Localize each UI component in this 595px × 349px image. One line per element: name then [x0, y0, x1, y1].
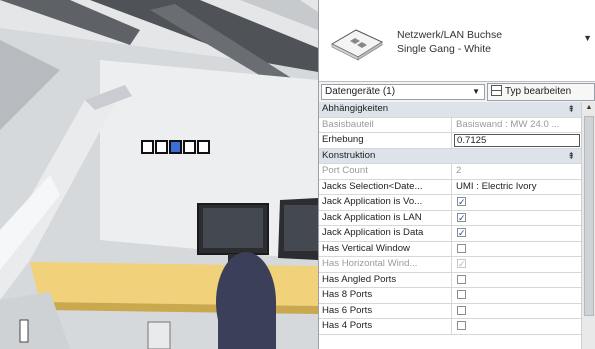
property-value-text: Basiswand : MW 24.0 ... — [456, 118, 560, 130]
group-name: Konstruktion — [322, 149, 376, 161]
property-name: Has 8 Ports — [319, 288, 452, 303]
property-value[interactable]: ✓ — [453, 195, 581, 210]
property-checkbox[interactable] — [457, 243, 466, 253]
category-filter-value: Datengeräte (1) — [325, 86, 396, 97]
property-row: Has 4 Ports — [319, 319, 581, 335]
property-name: Has 6 Ports — [319, 303, 452, 318]
group-name: Abhängigkeiten — [322, 103, 389, 114]
property-name: Has Angled Ports — [319, 272, 452, 287]
property-value-text: UMI : Electric Ivory — [456, 180, 537, 192]
property-row: Has Horizontal Wind... ✓ — [319, 257, 581, 273]
property-name: Jacks Selection<Date... — [319, 179, 452, 194]
type-variant-label: Single Gang - White — [397, 43, 491, 55]
scroll-thumb[interactable] — [584, 116, 594, 316]
property-value[interactable] — [453, 242, 581, 257]
scroll-up-arrow-icon[interactable]: ▲ — [582, 102, 595, 114]
property-name: Port Count — [319, 164, 452, 179]
properties-grid: Abhängigkeiten ⇞ Basisbauteil Basiswand : M… — [319, 102, 581, 349]
property-row: Has 8 Ports — [319, 288, 581, 304]
property-row: Jack Application is Data ✓ — [319, 226, 581, 242]
property-value[interactable] — [453, 319, 581, 334]
lan-socket-element[interactable] — [141, 140, 210, 154]
properties-palette: Netzwerk/LAN Buchse Single Gang - White … — [318, 0, 595, 349]
property-value[interactable]: ✓ — [453, 226, 581, 241]
property-name: Jack Application is Vo... — [319, 195, 452, 210]
property-name: Jack Application is Data — [319, 226, 452, 241]
property-row: Basisbauteil Basiswand : MW 24.0 ... — [319, 117, 581, 133]
edit-type-icon — [491, 85, 502, 96]
collapse-toggle-icon[interactable]: ⇞ — [567, 149, 575, 163]
property-row: Has 6 Ports — [319, 303, 581, 319]
property-row: Has Angled Ports — [319, 272, 581, 288]
property-row: Jack Application is Vo... ✓ — [319, 195, 581, 211]
properties-scrollbar[interactable]: ▲ — [581, 102, 595, 349]
property-value[interactable] — [453, 288, 581, 303]
property-row: Erhebung 0.7125 — [319, 133, 581, 149]
edit-type-button[interactable]: Typ bearbeiten — [487, 83, 595, 101]
collapse-toggle-icon[interactable]: ⇞ — [567, 102, 575, 116]
property-value-input[interactable]: 0.7125 — [454, 134, 580, 147]
group-header[interactable]: Abhängigkeiten ⇞ — [319, 102, 581, 118]
property-checkbox[interactable] — [457, 290, 466, 299]
type-name: Netzwerk/LAN Buchse Single Gang - White — [397, 28, 502, 56]
property-value: 2 — [453, 164, 581, 179]
property-row: Has Vertical Window — [319, 241, 581, 257]
property-name: Has Vertical Window — [319, 241, 452, 256]
property-checkbox[interactable]: ✓ — [457, 197, 466, 207]
property-value[interactable] — [453, 273, 581, 288]
category-filter-dropdown[interactable]: Datengeräte (1) ▼ — [321, 84, 485, 100]
property-name: Erhebung — [319, 133, 452, 148]
property-checkbox: ✓ — [457, 259, 466, 269]
property-value[interactable]: ✓ — [453, 211, 581, 226]
property-name: Jack Application is LAN — [319, 210, 452, 225]
group-header[interactable]: Konstruktion ⇞ — [319, 148, 581, 164]
property-value: Basiswand : MW 24.0 ... — [453, 118, 581, 133]
property-name: Has Horizontal Wind... — [319, 257, 452, 272]
property-value[interactable] — [453, 304, 581, 319]
property-value: ✓ — [453, 257, 581, 272]
property-value[interactable]: UMI : Electric Ivory — [453, 180, 581, 195]
edit-type-label: Typ bearbeiten — [505, 86, 572, 97]
filter-row: Datengeräte (1) ▼ Typ bearbeiten — [319, 82, 595, 102]
property-checkbox[interactable] — [457, 274, 466, 284]
type-dropdown-arrow-icon[interactable]: ▼ — [583, 33, 592, 43]
property-row: Port Count 2 — [319, 164, 581, 180]
property-row: Jacks Selection<Date... UMI : Electric Iv… — [319, 179, 581, 195]
type-family-label: Netzwerk/LAN Buchse — [397, 29, 503, 41]
revit-window: Netzwerk/LAN Buchse Single Gang - White … — [0, 0, 595, 349]
property-value-text: 2 — [456, 165, 462, 176]
property-name: Basisbauteil — [319, 117, 452, 132]
property-row: Jack Application is LAN ✓ — [319, 210, 581, 226]
3d-viewport[interactable] — [0, 0, 318, 349]
property-checkbox[interactable]: ✓ — [457, 212, 466, 222]
type-selector[interactable]: Netzwerk/LAN Buchse Single Gang - White … — [319, 0, 595, 82]
property-checkbox[interactable] — [457, 321, 466, 330]
property-value[interactable]: 0.7125 — [453, 133, 581, 148]
property-name: Has 4 Ports — [319, 319, 452, 334]
property-checkbox[interactable] — [457, 305, 466, 315]
dropdown-arrow-icon: ▼ — [472, 87, 480, 96]
property-checkbox[interactable]: ✓ — [457, 228, 466, 238]
lan-socket-thumbnail — [326, 20, 388, 64]
3d-scene[interactable] — [0, 0, 318, 349]
